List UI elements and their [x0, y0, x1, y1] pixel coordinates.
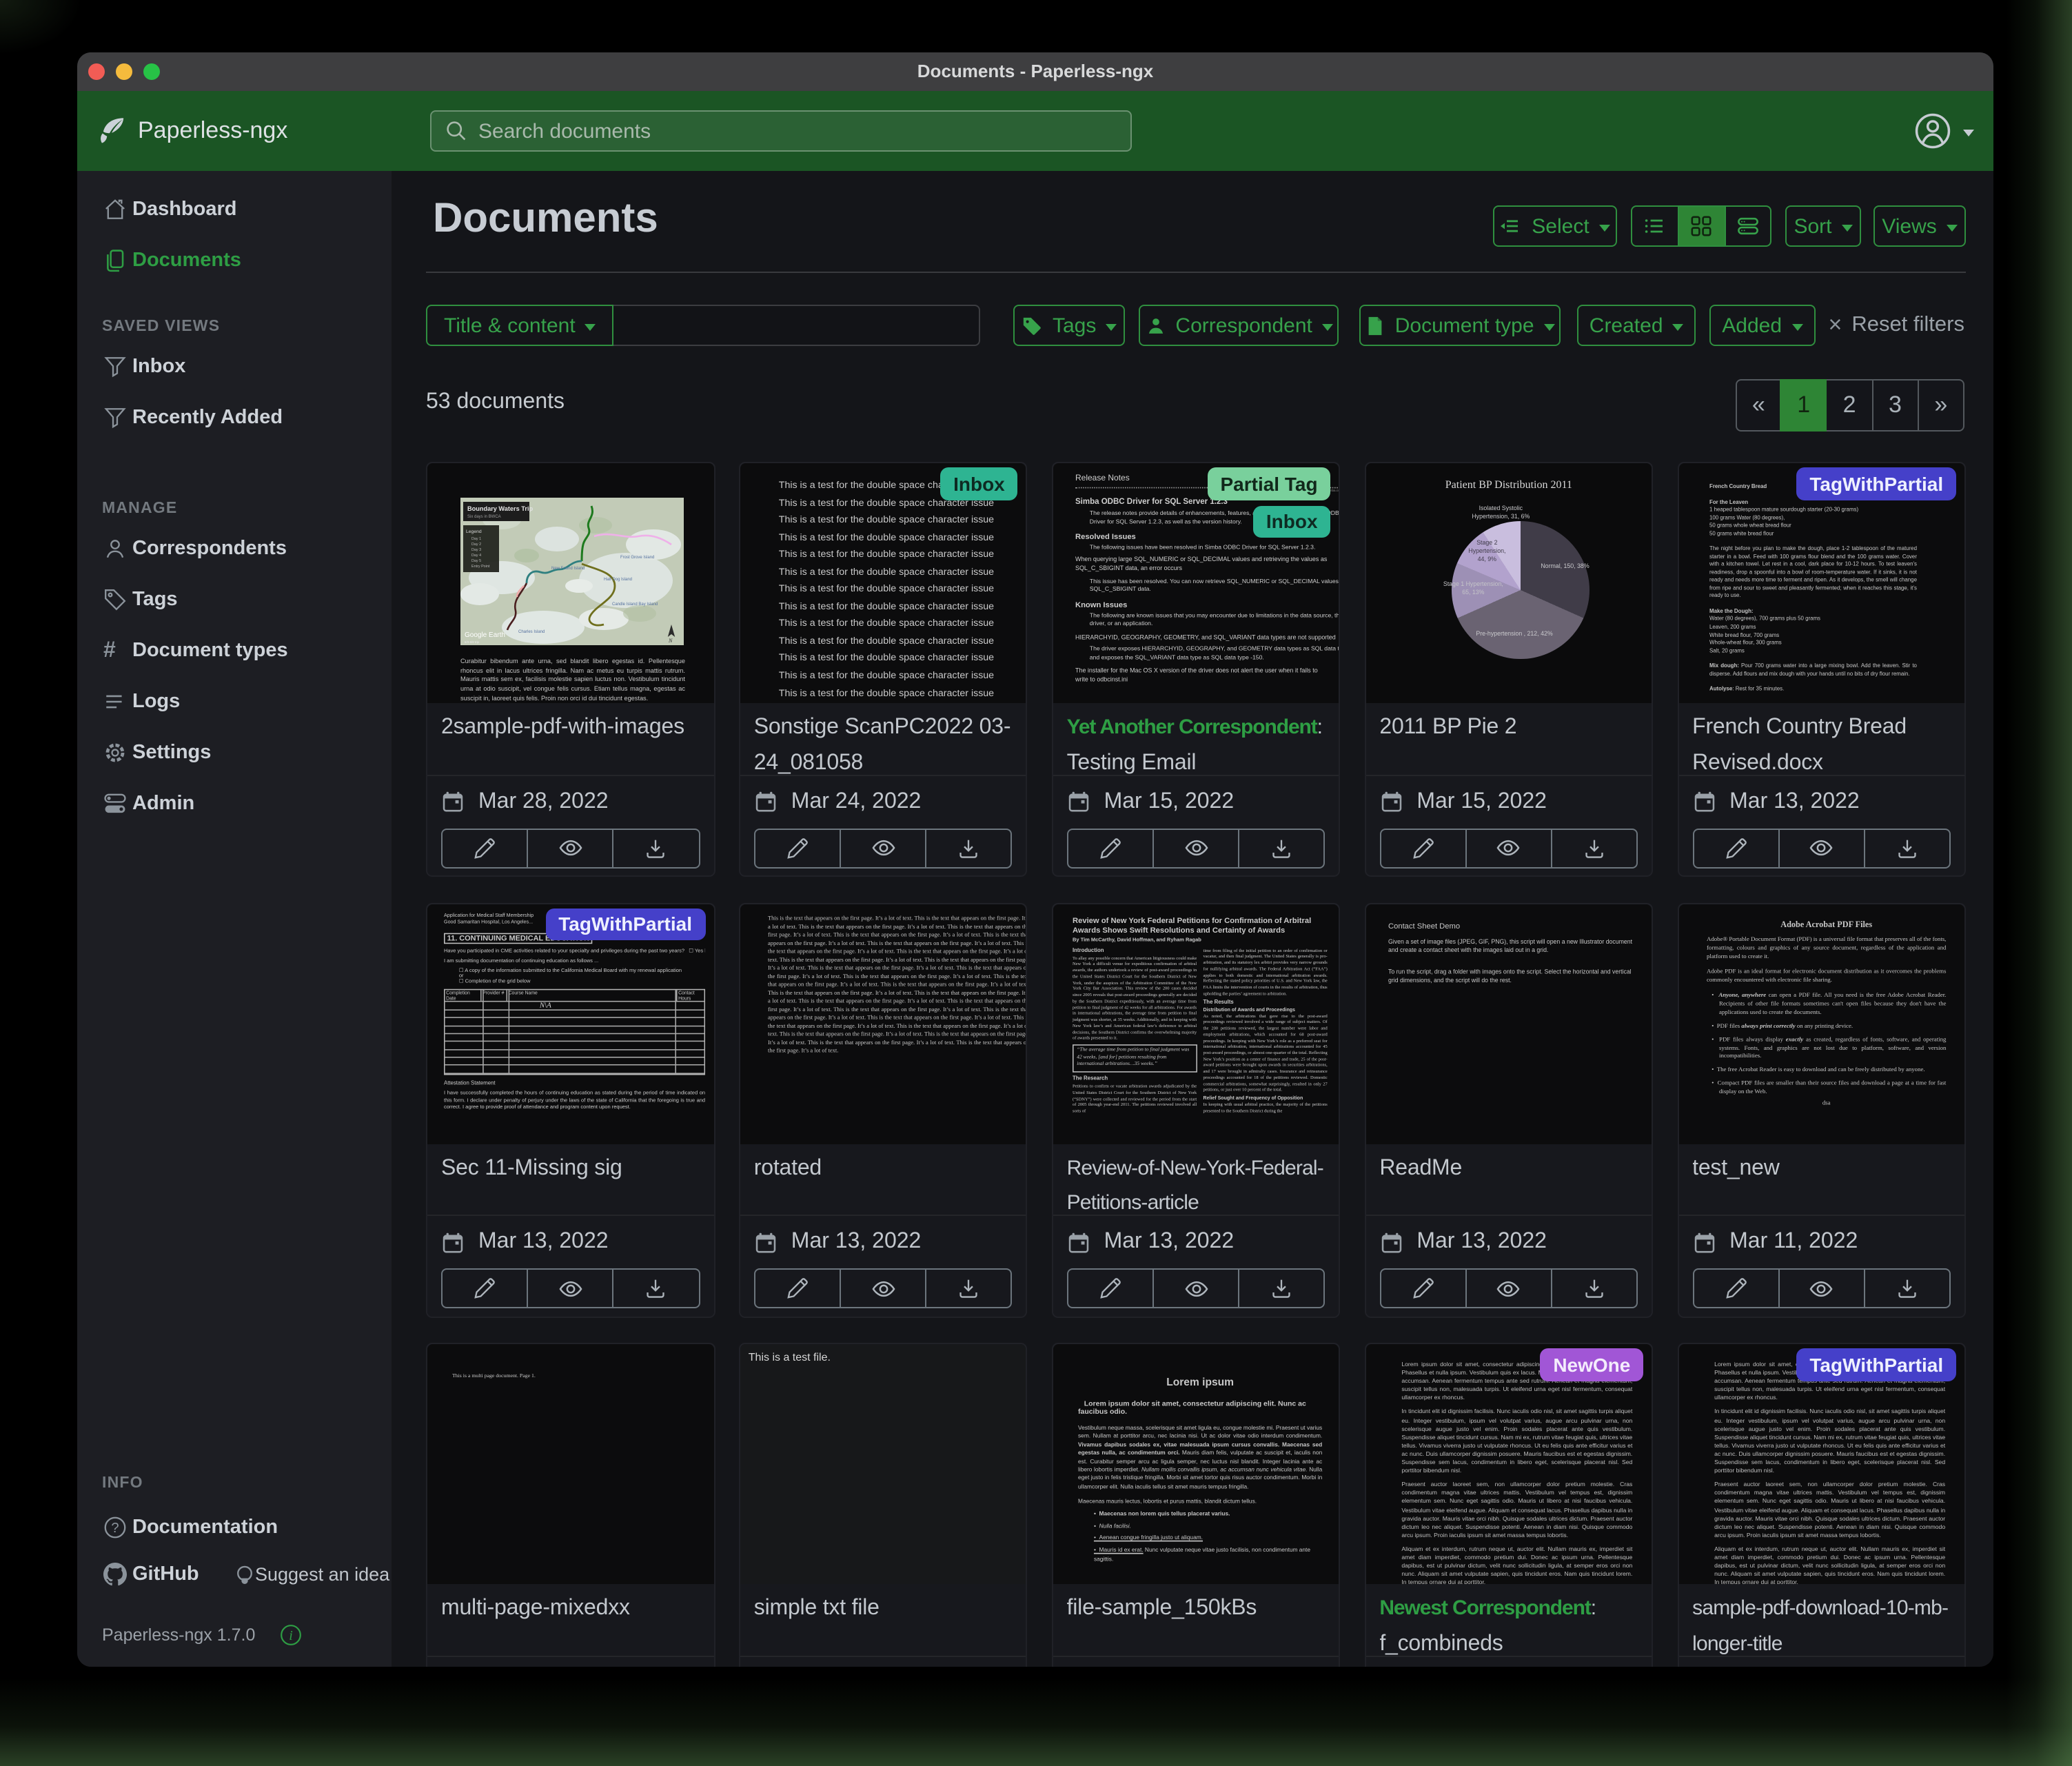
svg-text:Legend: Legend — [466, 529, 482, 534]
svg-text:Six days in BWCA: Six days in BWCA — [467, 515, 501, 519]
svg-text:Day 1: Day 1 — [471, 537, 481, 541]
svg-text:Day 2: Day 2 — [471, 542, 481, 547]
svg-text:Google Earth: Google Earth — [465, 631, 505, 639]
svg-text:Entry Point: Entry Point — [471, 565, 490, 569]
svg-text:i: i — [290, 1627, 294, 1643]
svg-text:Day 4: Day 4 — [471, 554, 481, 558]
svg-text:Day 3: Day 3 — [471, 548, 481, 552]
svg-text:Charles Island: Charles Island — [518, 630, 545, 634]
svg-text:Day 5: Day 5 — [471, 559, 481, 563]
svg-text:Half Dog Island: Half Dog Island — [604, 578, 632, 582]
svg-text:?: ? — [111, 1521, 119, 1536]
svg-text:Frost Grove Island: Frost Grove Island — [620, 556, 654, 560]
svg-text:Boundary Waters Trip: Boundary Waters Trip — [467, 505, 534, 512]
svg-text:Candle Island Bay Island: Candle Island Bay Island — [612, 602, 658, 607]
svg-text:New Found Island: New Found Island — [551, 567, 585, 571]
svg-text:N: N — [668, 638, 673, 644]
svg-text:6/3-6/8 trip: 6/3-6/8 trip — [465, 640, 480, 644]
